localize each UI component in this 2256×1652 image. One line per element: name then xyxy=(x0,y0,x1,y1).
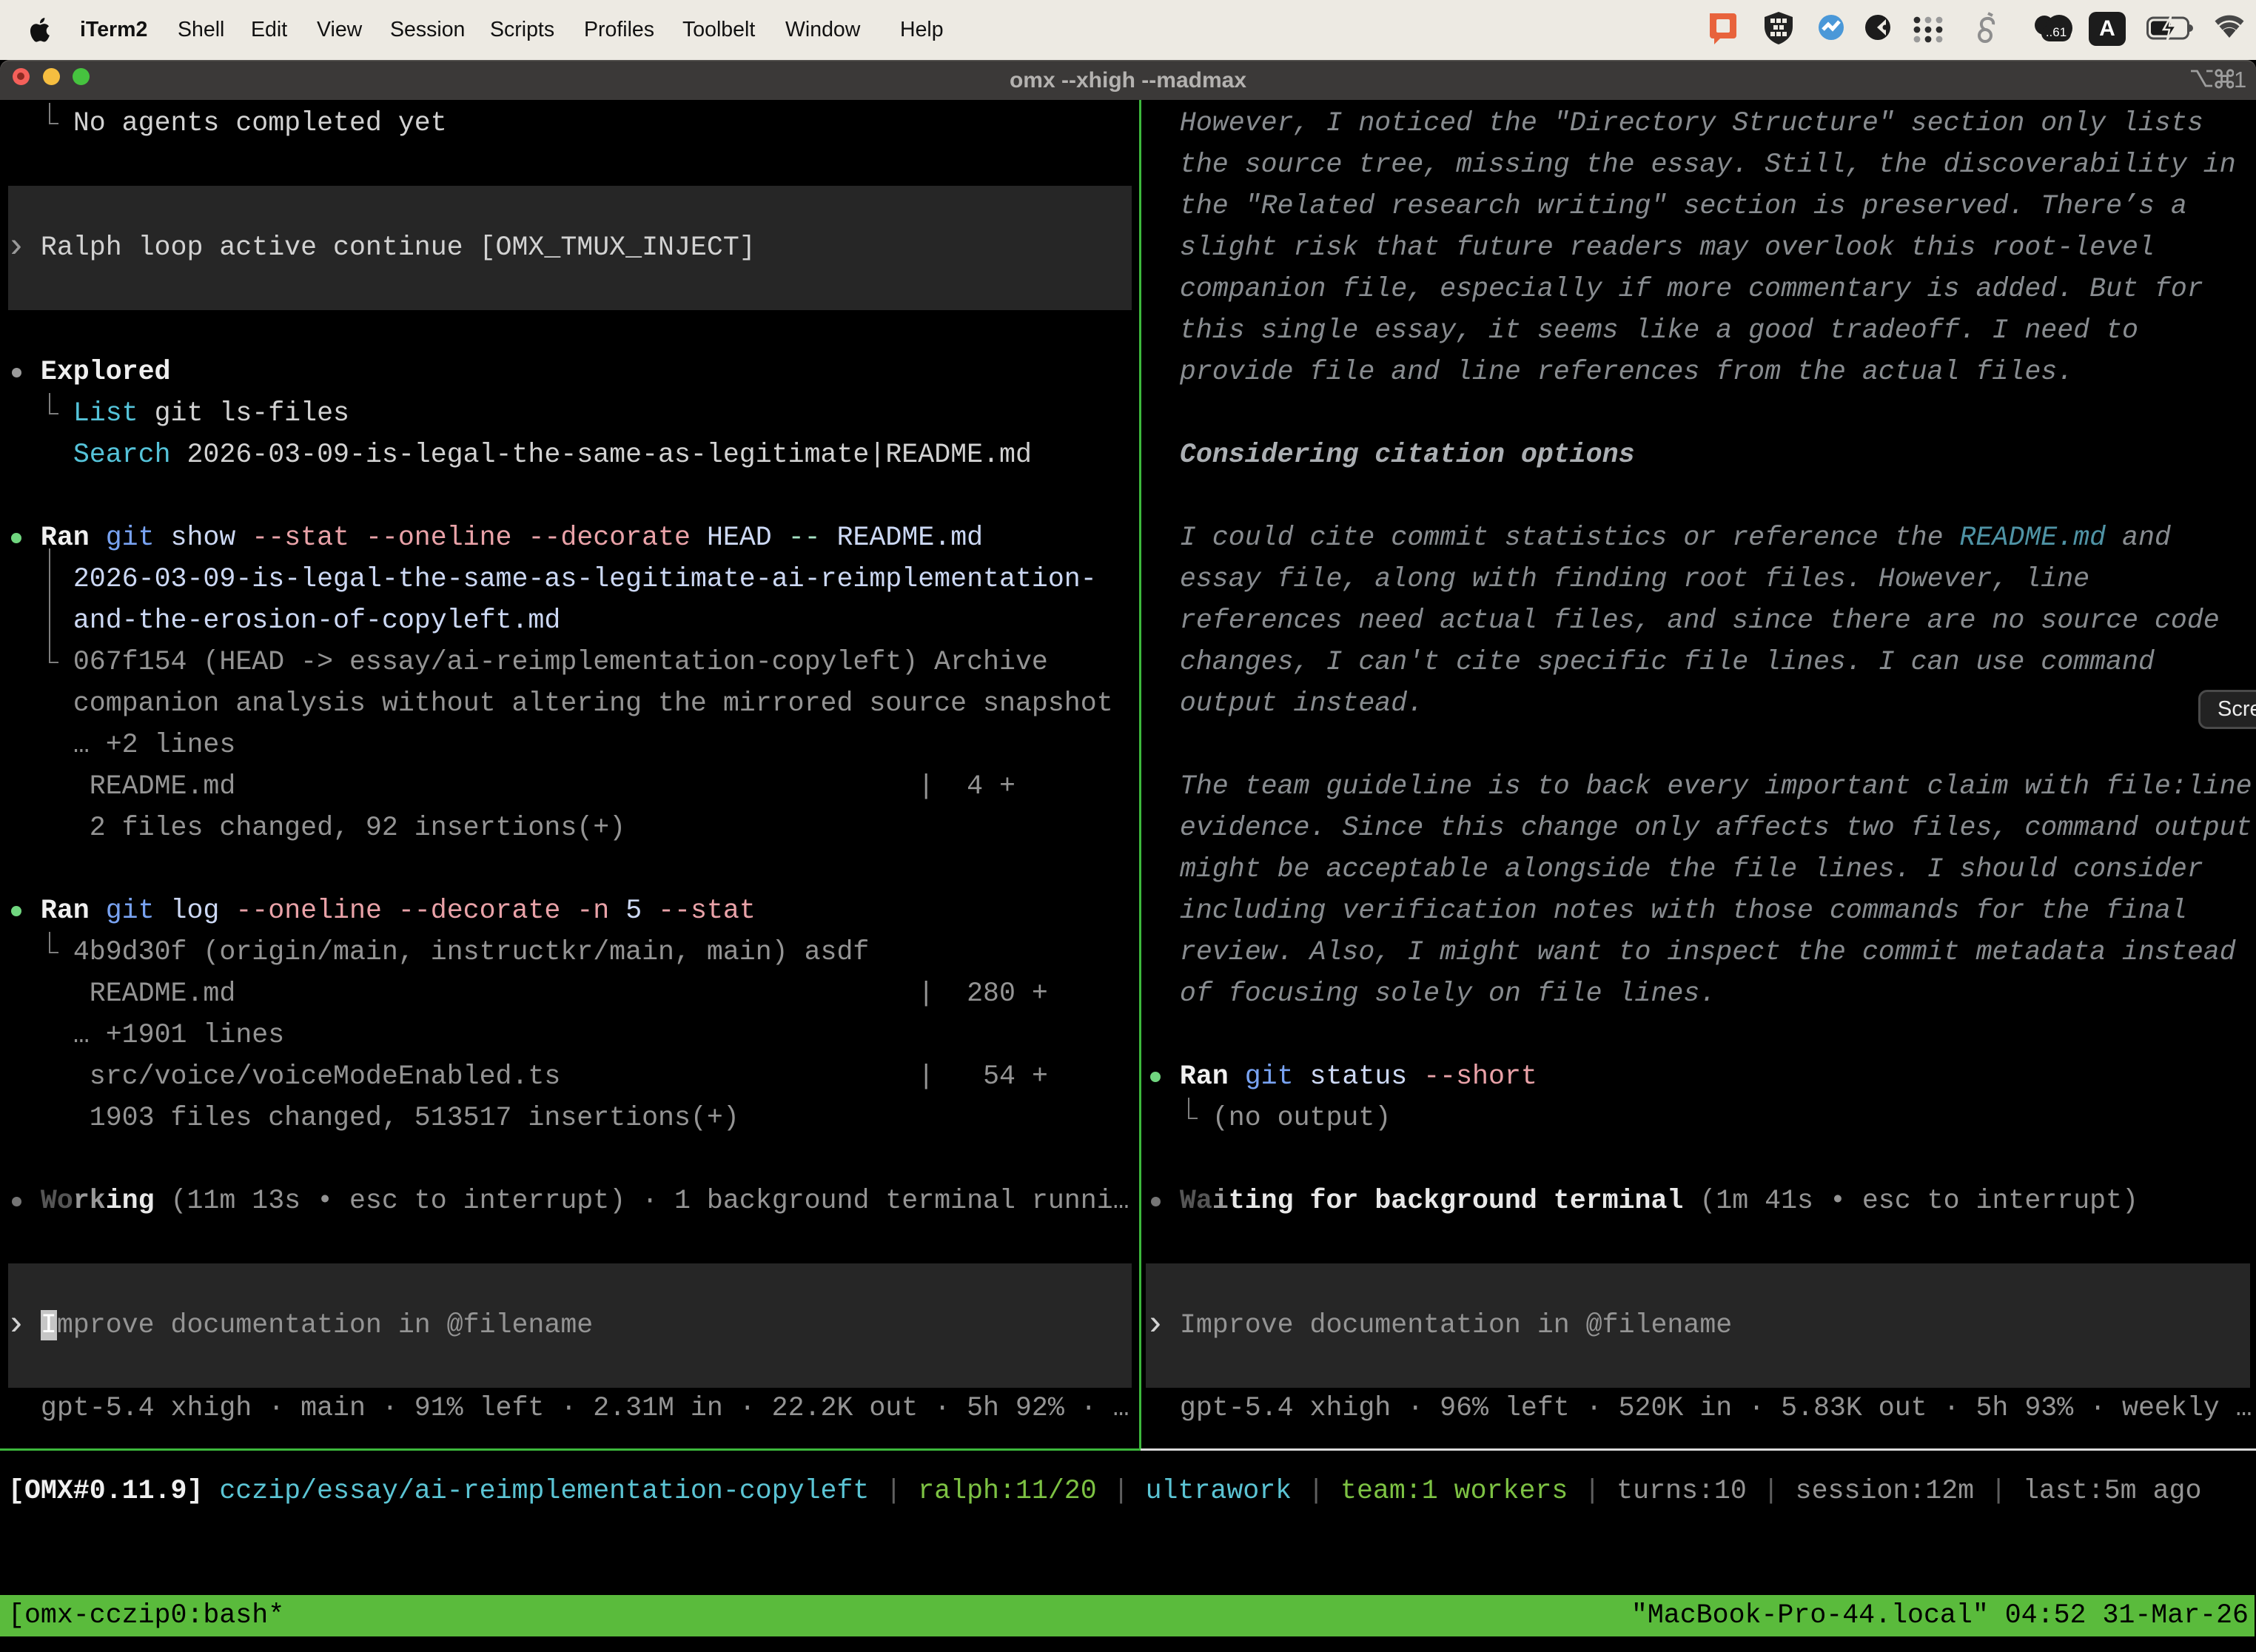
svg-text:..61: ..61 xyxy=(2046,25,2067,39)
